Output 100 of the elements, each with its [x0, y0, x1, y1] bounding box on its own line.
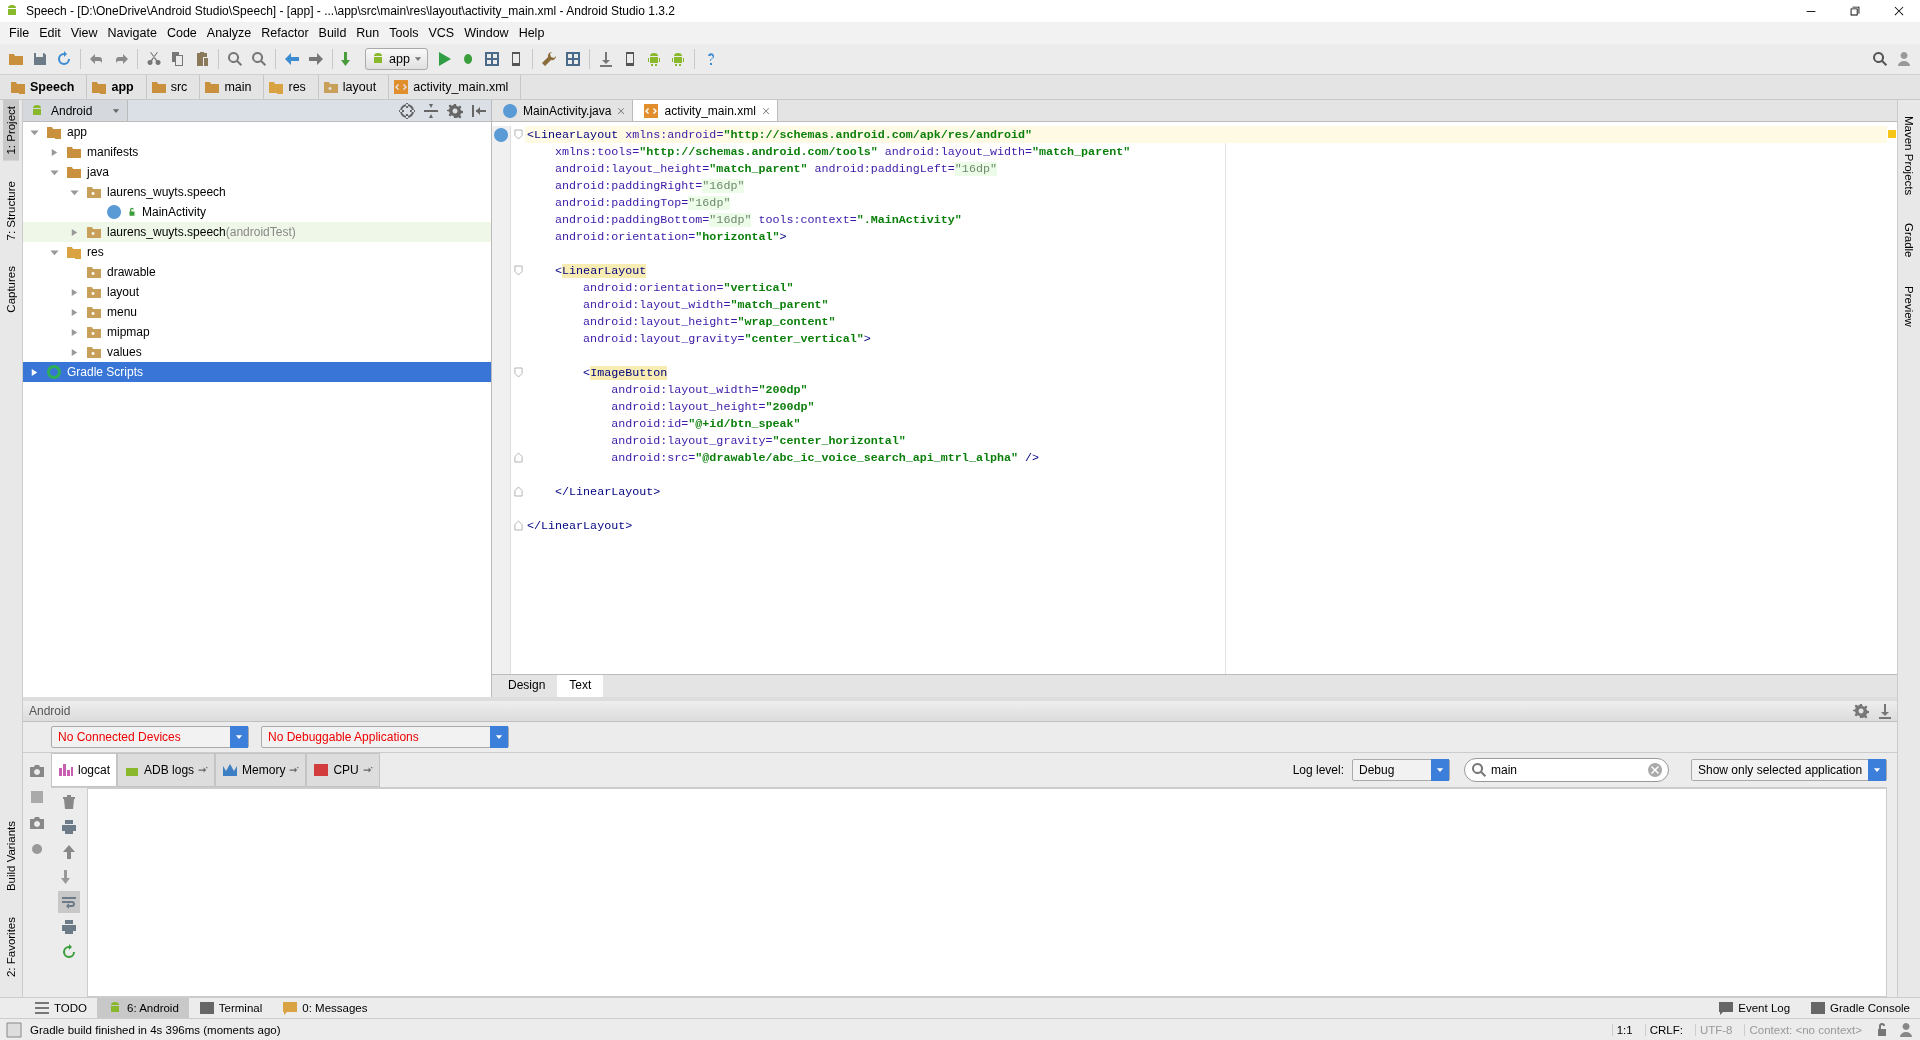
- square-icon[interactable]: [29, 789, 45, 805]
- menu-bar-entry[interactable]: Build: [313, 26, 352, 40]
- tool-window-tab[interactable]: Gradle: [1901, 217, 1917, 264]
- person-icon[interactable]: [1898, 1021, 1914, 1038]
- tree-item[interactable]: laurens_wuyts.speech: [23, 182, 491, 202]
- menu-bar-entry[interactable]: Refactor: [256, 26, 314, 40]
- menu-bar-entry[interactable]: File: [4, 26, 35, 40]
- menu-bar-entry[interactable]: Code: [161, 26, 202, 40]
- tree-item[interactable]: MainActivity: [23, 202, 491, 222]
- trash-icon[interactable]: [61, 794, 77, 810]
- menu-bar-entry[interactable]: Run: [351, 26, 385, 40]
- tool-window-tab[interactable]: Maven Projects: [1901, 110, 1917, 202]
- tree-item[interactable]: manifests: [23, 142, 491, 162]
- tool-window-tab[interactable]: 7: Structure: [3, 174, 19, 247]
- refresh-icon[interactable]: [61, 944, 77, 960]
- tree-item[interactable]: layout: [23, 282, 491, 302]
- fold-marker-icon[interactable]: [513, 486, 523, 497]
- copy-icon[interactable]: [170, 51, 186, 67]
- redo-icon[interactable]: [113, 51, 129, 67]
- paste-icon[interactable]: [194, 51, 210, 67]
- tool-window-button[interactable]: Gradle Console: [1800, 998, 1920, 1018]
- line-separator[interactable]: CRLF:: [1644, 1023, 1687, 1036]
- target-icon[interactable]: [399, 102, 415, 119]
- tree-item[interactable]: drawable: [23, 262, 491, 282]
- menu-bar-entry[interactable]: View: [65, 26, 103, 40]
- printer-icon[interactable]: [61, 819, 77, 835]
- breadcrumb-item[interactable]: Speech: [6, 75, 88, 99]
- tool-window-button[interactable]: TODO: [24, 998, 97, 1018]
- download-icon[interactable]: [597, 51, 614, 67]
- collapse-icon[interactable]: [423, 102, 439, 119]
- tool-window-tab[interactable]: 2: Favorites: [3, 910, 19, 983]
- person-icon[interactable]: [1896, 51, 1912, 67]
- breadcrumb-item[interactable]: layout: [318, 75, 390, 99]
- up-arrow-icon[interactable]: [61, 844, 77, 860]
- fold-marker-icon[interactable]: [513, 265, 523, 276]
- grid-icon[interactable]: [564, 51, 581, 67]
- caret-position[interactable]: 1:1: [1611, 1023, 1637, 1036]
- pin-icon[interactable]: [289, 765, 300, 775]
- menu-bar-entry[interactable]: Navigate: [102, 26, 162, 40]
- breadcrumb-item[interactable]: app: [87, 75, 147, 99]
- menu-bar-entry[interactable]: Tools: [384, 26, 424, 40]
- settings-icon[interactable]: [447, 102, 463, 119]
- clear-icon[interactable]: [1647, 762, 1663, 778]
- menu-bar-entry[interactable]: Edit: [34, 26, 66, 40]
- fold-marker-icon[interactable]: [513, 452, 523, 463]
- settings-icon[interactable]: [1853, 703, 1869, 719]
- restore-icon[interactable]: [1848, 4, 1862, 18]
- log-level-dropdown[interactable]: Debug: [1352, 759, 1450, 781]
- filter-dropdown[interactable]: Show only selected application: [1691, 759, 1887, 781]
- editor-mode-tab[interactable]: Design: [496, 675, 558, 697]
- magnifier-icon[interactable]: [251, 51, 267, 67]
- sync-icon[interactable]: [56, 51, 72, 67]
- wrench-icon[interactable]: [540, 51, 557, 67]
- camera-icon[interactable]: [29, 763, 45, 779]
- download-icon[interactable]: [1877, 703, 1893, 719]
- menu-bar-entry[interactable]: Analyze: [201, 26, 257, 40]
- tool-window-button[interactable]: 6: Android: [97, 998, 189, 1018]
- grid-icon[interactable]: [483, 51, 500, 67]
- process-dropdown[interactable]: No Debuggable Applications: [261, 726, 509, 748]
- editor-tab[interactable]: MainActivity.java: [492, 100, 634, 121]
- tree-item[interactable]: res: [23, 242, 491, 262]
- tree-item[interactable]: mipmap: [23, 322, 491, 342]
- folder-icon[interactable]: [8, 51, 24, 67]
- robot-icon[interactable]: [669, 51, 686, 67]
- breadcrumb-item[interactable]: activity_main.xml: [389, 75, 522, 99]
- tool-window-tab[interactable]: 1: Project: [3, 100, 19, 161]
- monitor-tab[interactable]: Memory: [215, 753, 307, 787]
- breadcrumb-item[interactable]: res: [264, 75, 319, 99]
- right-arrow-icon[interactable]: [308, 51, 324, 67]
- pin-icon[interactable]: [362, 765, 373, 775]
- tree-item[interactable]: Gradle Scripts: [23, 362, 491, 382]
- menu-bar-entry[interactable]: Window: [459, 26, 514, 40]
- editor-mode-tab[interactable]: Text: [557, 675, 604, 697]
- breadcrumb-item[interactable]: src: [146, 75, 201, 99]
- wrap-icon[interactable]: [61, 894, 77, 910]
- view-dropdown[interactable]: Android: [23, 100, 128, 121]
- square-icon[interactable]: [6, 1021, 22, 1038]
- tool-window-tab[interactable]: Preview: [1901, 279, 1917, 333]
- close-icon[interactable]: [1892, 4, 1906, 18]
- fold-marker-icon[interactable]: [513, 129, 523, 140]
- editor-tab[interactable]: activity_main.xml: [633, 100, 778, 121]
- search-icon[interactable]: [1872, 51, 1888, 67]
- menu-bar-entry[interactable]: VCS: [423, 26, 460, 40]
- fold-marker-icon[interactable]: [513, 367, 523, 378]
- printer-icon[interactable]: [61, 919, 77, 935]
- monitor-tab[interactable]: logcat: [51, 753, 118, 787]
- tool-window-button[interactable]: Event Log: [1708, 998, 1801, 1018]
- fold-marker-icon[interactable]: [513, 520, 523, 531]
- camera-icon[interactable]: [29, 815, 45, 831]
- pin-icon[interactable]: [471, 102, 487, 119]
- tree-item[interactable]: java: [23, 162, 491, 182]
- tree-item[interactable]: menu: [23, 302, 491, 322]
- tool-window-tab[interactable]: Captures: [3, 260, 19, 319]
- monitor-tab[interactable]: ADB logs: [117, 753, 216, 787]
- tool-window-button[interactable]: Terminal: [188, 998, 273, 1018]
- device-dropdown[interactable]: No Connected Devices: [51, 726, 249, 748]
- class-icon[interactable]: [493, 126, 509, 143]
- tree-item[interactable]: app: [23, 122, 491, 142]
- search-field[interactable]: main: [1464, 758, 1669, 782]
- menu-bar-entry[interactable]: Help: [513, 26, 550, 40]
